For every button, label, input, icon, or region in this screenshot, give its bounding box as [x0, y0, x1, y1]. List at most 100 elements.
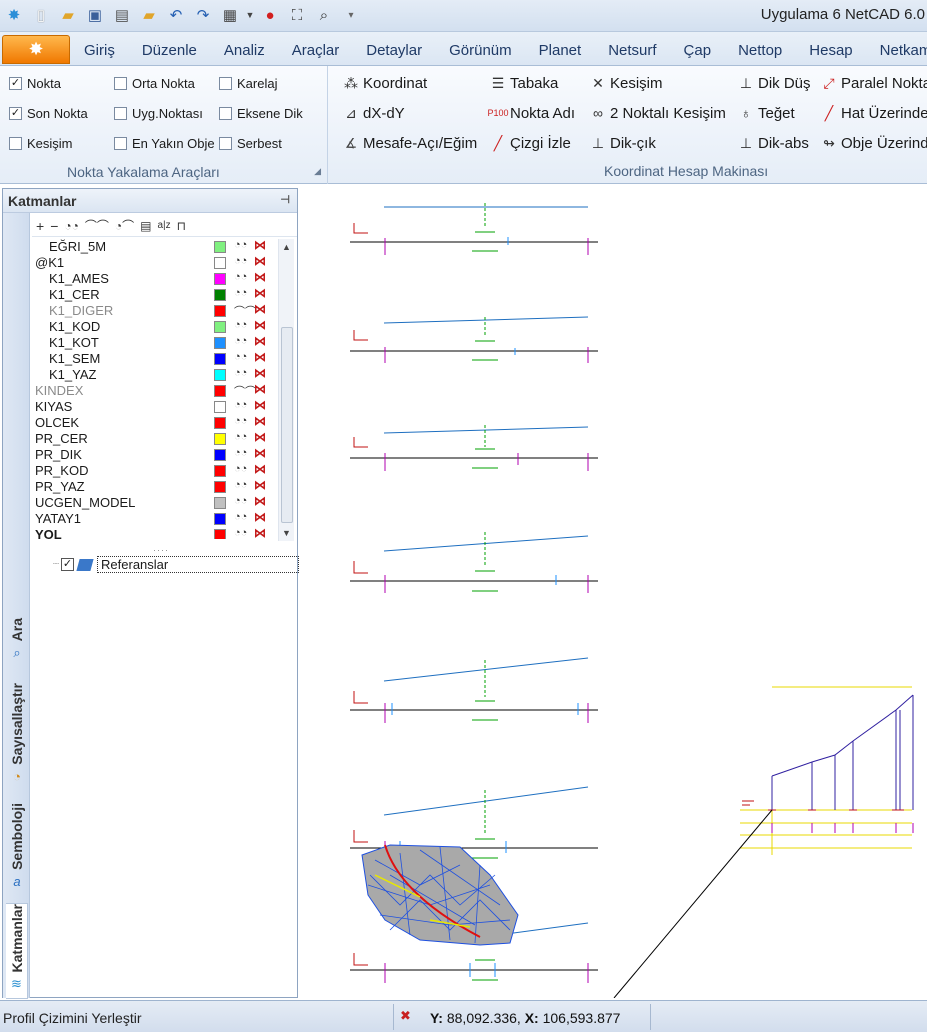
open-folder-icon[interactable]: ▰ [56, 4, 80, 26]
cad-drawing[interactable] [300, 185, 927, 998]
snap-serbest[interactable]: Serbest [219, 136, 282, 151]
tab-duzenle[interactable]: Düzenle [142, 42, 197, 59]
help-icon[interactable]: ● [258, 4, 282, 26]
side-tab-katmanlar[interactable]: Katmanlar ≋ [6, 903, 28, 999]
layer-row[interactable]: YATAY1 ◔◔ ⋈ [32, 510, 277, 527]
tab-nettop[interactable]: Nettop [738, 42, 782, 59]
visible-icon[interactable]: ◔◔ [234, 447, 247, 459]
calc-dik-dus[interactable]: ⊥ Dik Düş [737, 74, 811, 92]
side-tab-ara[interactable]: Ara ⌕ [6, 618, 28, 661]
hidden-icon[interactable]: ⌒⌒ [234, 383, 256, 399]
visible-icon[interactable]: ◔◔ [234, 511, 247, 523]
snap-icon[interactable]: ⋈ [254, 270, 266, 284]
layer-row[interactable]: @K1 ◔◔ ⋈ [32, 254, 277, 271]
layer-color-swatch[interactable] [214, 369, 226, 381]
checkbox-checked-icon[interactable]: ✓ [9, 107, 22, 120]
layer-row[interactable]: K1_YAZ ◔◔ ⋈ [32, 366, 277, 383]
tab-hesap[interactable]: Hesap [809, 42, 852, 59]
layer-row[interactable]: UCGEN_MODEL ◔◔ ⋈ [32, 494, 277, 511]
tab-araclar[interactable]: Araçlar [292, 42, 340, 59]
visible-icon[interactable]: ◔◔ [234, 479, 247, 491]
lock-icon[interactable]: ⊓ [177, 219, 186, 233]
layer-row[interactable]: K1_CER ◔◔ ⋈ [32, 286, 277, 303]
layer-row[interactable]: K1_AMES ◔◔ ⋈ [32, 270, 277, 287]
tab-detaylar[interactable]: Detaylar [366, 42, 422, 59]
snap-icon[interactable]: ⋈ [254, 350, 266, 364]
snap-icon[interactable]: ⋈ [254, 382, 266, 396]
checkbox-icon[interactable] [9, 137, 22, 150]
layer-color-swatch[interactable] [214, 433, 226, 445]
snap-icon[interactable]: ⋈ [254, 366, 266, 380]
layout-icon[interactable]: ▦ [218, 4, 242, 26]
layer-row[interactable]: KIYAS ◔◔ ⋈ [32, 398, 277, 415]
tab-analiz[interactable]: Analiz [224, 42, 265, 59]
visible-icon[interactable]: ◔◔ [234, 271, 247, 283]
sort-icon[interactable]: a|z [157, 220, 170, 231]
layer-row[interactable]: EĞRI_5M ◔◔ ⋈ [32, 239, 277, 255]
layer-color-swatch[interactable] [214, 497, 226, 509]
scroll-down-icon[interactable]: ▼ [282, 528, 291, 538]
visible-icon[interactable]: ◔◔ [234, 367, 247, 379]
checkbox-icon[interactable] [114, 137, 127, 150]
layer-color-swatch[interactable] [214, 321, 226, 333]
layer-color-swatch[interactable] [214, 401, 226, 413]
visible-icon[interactable]: ◔◔ [234, 319, 247, 331]
calc-dx-dy[interactable]: ⊿ dX-dY [342, 104, 405, 122]
calc-tabaka[interactable]: ☰ Tabaka [489, 74, 559, 92]
add-layer-icon[interactable]: + [36, 218, 44, 234]
scroll-up-icon[interactable]: ▲ [282, 242, 291, 252]
zoom-icon[interactable]: ⌕ [312, 4, 336, 26]
reference-label[interactable]: Referanslar [97, 556, 300, 573]
calc-obje-uzerinde[interactable]: ↬ Obje Üzerinde [820, 134, 927, 152]
calc-mesafe-aci[interactable]: ∡ Mesafe-Açı/Eğim [342, 134, 477, 152]
splitter-grip[interactable]: ···· [153, 545, 169, 555]
checkbox-icon[interactable] [219, 107, 232, 120]
checkbox-icon[interactable] [114, 77, 127, 90]
snap-icon[interactable]: ⋈ [254, 334, 266, 348]
calc-cizgi-izle[interactable]: ╱ Çizgi İzle [489, 134, 571, 152]
undo-icon[interactable]: ↶ [164, 4, 188, 26]
snap-karelaj[interactable]: Karelaj [219, 76, 277, 91]
snap-icon[interactable]: ⋈ [254, 318, 266, 332]
snap-eksene-dik[interactable]: Eksene Dik [219, 106, 303, 121]
layer-color-swatch[interactable] [214, 273, 226, 285]
checkbox-checked-icon[interactable]: ✓ [9, 77, 22, 90]
snap-icon[interactable]: ⋈ [254, 286, 266, 300]
customize-icon[interactable]: ▾ [339, 4, 363, 26]
layer-row[interactable]: K1_DIGER ⌒⌒ ⋈ [32, 302, 277, 319]
snap-icon[interactable]: ⋈ [254, 462, 266, 476]
layer-row[interactable]: PR_CER ◔◔ ⋈ [32, 430, 277, 447]
reference-item[interactable]: ┈ ✓ Referanslar [53, 556, 300, 573]
layer-row[interactable]: PR_DIK ◔◔ ⋈ [32, 446, 277, 463]
layer-row[interactable]: KINDEX ⌒⌒ ⋈ [32, 382, 277, 399]
scroll-thumb[interactable] [281, 327, 293, 523]
calc-dik-cik[interactable]: ⊥ Dik-çık [589, 134, 656, 152]
snap-icon[interactable]: ⋈ [254, 239, 266, 252]
side-tab-sayisallastir[interactable]: Sayısallaştır ◔ [6, 683, 28, 784]
reference-checkbox[interactable]: ✓ [61, 558, 75, 571]
layer-color-swatch[interactable] [214, 449, 226, 461]
checkbox-icon[interactable] [219, 137, 232, 150]
visible-icon[interactable]: ◔◔ [234, 431, 247, 443]
visible-icon[interactable]: ◔◔ [234, 495, 247, 507]
calc-kesisim[interactable]: ✕ Kesişim [589, 74, 662, 92]
calc-2-noktali-kesisim[interactable]: ∞ 2 Noktalı Kesişim [589, 104, 726, 122]
snap-icon[interactable]: ⋈ [254, 446, 266, 460]
layer-color-swatch[interactable] [214, 529, 226, 539]
tab-netsurf[interactable]: Netsurf [608, 42, 656, 59]
visible-icon[interactable]: ◔◔ [234, 527, 247, 539]
layer-row[interactable]: OLCEK ◔◔ ⋈ [32, 414, 277, 431]
snap-icon[interactable]: ⋈ [254, 494, 266, 508]
layer-color-swatch[interactable] [214, 257, 226, 269]
layer-row[interactable]: K1_KOD ◔◔ ⋈ [32, 318, 277, 335]
calc-paralel-nokta[interactable]: ⤢ Paralel Nokta [820, 74, 927, 92]
layer-color-swatch[interactable] [214, 417, 226, 429]
checkbox-icon[interactable] [114, 107, 127, 120]
layer-row[interactable]: K1_SEM ◔◔ ⋈ [32, 350, 277, 367]
calc-koordinat[interactable]: ⁂ Koordinat [342, 74, 427, 92]
calc-dik-abs[interactable]: ⊥ Dik-abs [737, 134, 809, 152]
application-button[interactable]: ✸ [2, 35, 70, 64]
snap-kesisim[interactable]: Kesişim [9, 136, 73, 151]
tab-netkam[interactable]: Netkam [880, 42, 927, 59]
calc-nokta-adi[interactable]: P100 Nokta Adı [487, 104, 575, 122]
